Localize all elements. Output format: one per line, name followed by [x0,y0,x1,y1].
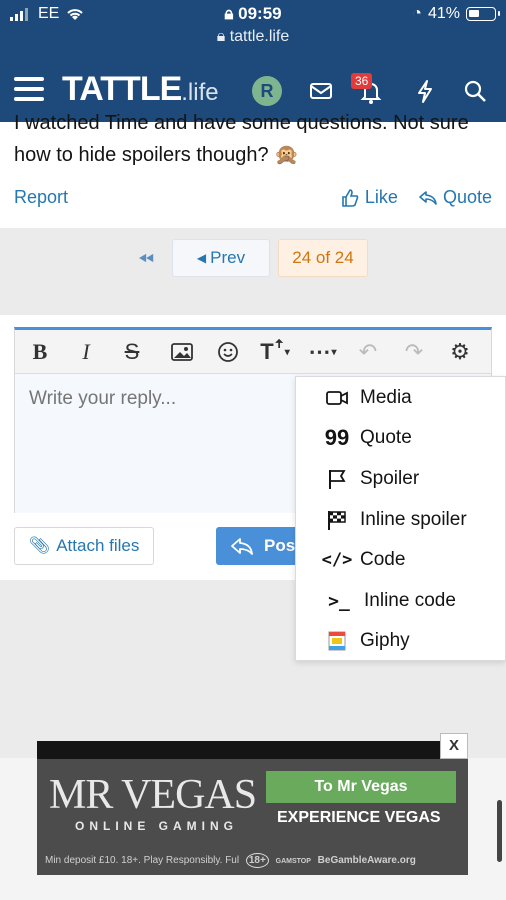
smiley-icon[interactable] [215,338,241,366]
post-text: how to hide spoilers though? 🙊 [14,144,300,166]
battery-icon [466,7,500,21]
status-bar: EE 🔒︎ 09:59 ◔ 41% 🔒︎ tattle.life [0,0,506,56]
status-time: 09:59 [238,4,282,23]
menu-item-inline-spoiler[interactable]: Inline spoiler [326,507,467,533]
logo-sub: .life [181,79,219,106]
more-options-icon[interactable]: ⋯ ▾ [303,338,343,366]
pagination: ⏪︎ ◀ Prev 24 of 24 [0,229,506,315]
like-label: Like [364,187,398,207]
bold-icon[interactable]: B [27,338,53,366]
logo-main: TATTLE [62,70,182,108]
secure-lock-icon: 🔒︎ [216,28,226,45]
menu-item-spoiler[interactable]: Spoiler [326,466,419,492]
menu-label-quote: Quote [360,427,412,448]
search-icon[interactable] [460,76,490,106]
paperclip-icon: 📎︎ [28,536,51,555]
gear-icon[interactable]: ⚙ [447,338,473,366]
report-link[interactable]: Report [14,187,68,208]
undo-icon[interactable]: ↶ [355,338,381,366]
menu-item-quote[interactable]: 99 Quote [324,425,412,451]
text-size-icon[interactable]: Tꜛ ▾ [255,338,295,366]
menu-item-inline-code[interactable]: >_ Inline code [326,588,456,614]
thumbs-up-icon [342,188,359,207]
reply-icon [419,190,437,205]
post-actions: Report Like Quote [14,187,492,208]
ad-close-button[interactable]: X [440,733,468,759]
insert-dropdown-menu: Media 99 Quote Spoiler Inline spoiler </… [295,376,506,661]
age-badge: 18+ [245,853,269,868]
inbox-icon[interactable] [306,76,336,106]
prev-label: Prev [210,248,246,267]
battery-percent: 41% [427,5,460,22]
attach-files-button[interactable]: 📎︎ Attach files [14,527,154,565]
menu-item-media[interactable]: Media [326,385,412,411]
scrollbar[interactable] [497,800,502,862]
menu-label-inline-spoiler: Inline spoiler [360,509,467,530]
alert-count-badge: 36 [351,73,373,89]
rotation-lock-icon: ◔ [412,5,422,22]
quote-button[interactable]: Quote [418,187,492,208]
url-text: tattle.life [229,28,290,45]
post-message: I watched Time and have some questions. … [0,112,506,228]
advertisement[interactable]: MR VEGAS ONLINE GAMING To Mr Vegas EXPER… [37,741,468,875]
code-icon: </> [321,550,353,570]
lock-icon: 🔒︎ [224,4,234,23]
video-icon [326,387,348,409]
site-logo[interactable]: TATTLE.life [62,70,219,109]
menu-label-code: Code [360,549,406,570]
image-icon[interactable] [169,338,195,366]
menu-icon[interactable] [14,77,44,101]
menu-item-giphy[interactable]: Giphy [326,628,410,654]
ad-cta-button[interactable]: To Mr Vegas [266,771,456,803]
menu-item-code[interactable]: </> Code [321,547,406,573]
checkered-flag-icon [326,509,348,531]
bolt-icon[interactable] [410,76,440,106]
italic-icon[interactable]: I [73,338,99,366]
like-button[interactable]: Like [340,187,398,208]
giphy-icon [326,630,348,652]
attach-label: Attach files [56,536,140,555]
begambleaware-logo: BeGambleAware.org [317,855,416,866]
redo-icon[interactable]: ↷ [401,338,427,366]
menu-label-media: Media [360,387,412,408]
ad-brand-sub: ONLINE GAMING [75,819,238,833]
editor-toolbar: B I S Tꜛ ▾ ⋯ ▾ ↶ ↷ ⚙ [15,330,491,374]
flag-icon [326,468,348,490]
ad-fine-print: Min deposit £10. 18+. Play Responsibly. … [45,853,416,868]
menu-label-inline-code: Inline code [364,590,456,611]
first-page-icon[interactable]: ⏪︎ [138,249,154,272]
strikethrough-icon[interactable]: S [119,338,145,366]
prev-page-button[interactable]: ◀ Prev [172,239,270,277]
terminal-icon: >_ [328,590,350,612]
post-partial-line: I watched Time and have some questions. … [14,112,469,134]
status-right: ◔ 41% [412,5,500,23]
ad-fine-text: Min deposit £10. 18+. Play Responsibly. … [45,855,240,866]
ad-tagline: EXPERIENCE VEGAS [277,809,441,826]
avatar[interactable]: R [252,76,282,106]
url-bar[interactable]: 🔒︎ tattle.life [0,28,506,46]
reply-arrow-icon [231,538,253,555]
caret-left-icon: ◀ [196,251,207,265]
quote-icon: 99 [324,425,350,450]
ad-brand: MR VEGAS [49,772,257,818]
current-page: 24 of 24 [278,239,368,277]
gamstop-logo: GAMSTOP [275,858,311,865]
quote-label: Quote [442,187,492,207]
menu-label-spoiler: Spoiler [360,468,420,489]
menu-label-giphy: Giphy [360,630,410,651]
